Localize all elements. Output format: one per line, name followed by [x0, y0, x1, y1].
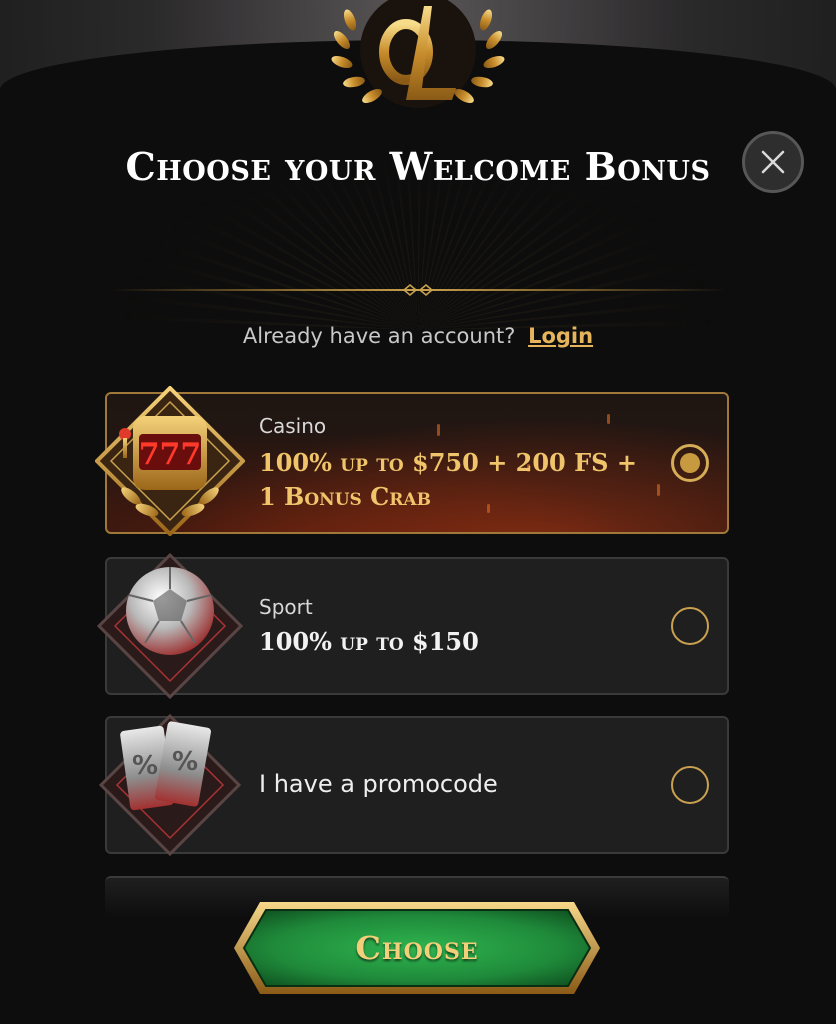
- choose-button[interactable]: Choose: [230, 898, 604, 998]
- divider-ornament-icon: [402, 283, 434, 297]
- option-label: I have a promocode: [259, 770, 498, 798]
- soccer-ball-icon: [96, 552, 244, 700]
- account-row: Already have an account? Login: [0, 324, 836, 348]
- option-value: 100% up to $150: [259, 627, 479, 656]
- promo-ticket-icon: % %: [98, 713, 242, 857]
- option-label: Casino: [259, 414, 327, 438]
- slot-machine-icon: 777: [95, 386, 245, 536]
- ember-decoration: [437, 424, 440, 436]
- close-button[interactable]: [742, 131, 804, 193]
- choose-button-label: Choose: [355, 929, 479, 967]
- bonus-option-casino[interactable]: 777 Casino 100% up to $750 + 200 FS + 1 …: [95, 386, 729, 536]
- close-icon: [761, 150, 785, 174]
- option-radio[interactable]: [671, 766, 709, 804]
- brand-logo: [331, 0, 505, 108]
- login-link[interactable]: Login: [528, 324, 593, 348]
- bonus-option-sport[interactable]: Sport 100% up to $150: [96, 552, 729, 700]
- account-prompt: Already have an account?: [242, 324, 516, 348]
- option-radio-selected[interactable]: [671, 444, 709, 482]
- option-value: 100% up to $750 + 200 FS + 1 Bonus Crab: [259, 448, 637, 511]
- svg-text:%: %: [132, 751, 158, 781]
- option-radio[interactable]: [671, 607, 709, 645]
- bonus-option-promocode[interactable]: % % I have a promocode: [98, 713, 729, 857]
- option-label: Sport: [259, 595, 313, 619]
- svg-text:777: 777: [139, 437, 202, 472]
- ember-decoration: [607, 414, 610, 424]
- svg-text:%: %: [172, 747, 198, 777]
- modal-title: Choose your Welcome Bonus: [125, 144, 711, 189]
